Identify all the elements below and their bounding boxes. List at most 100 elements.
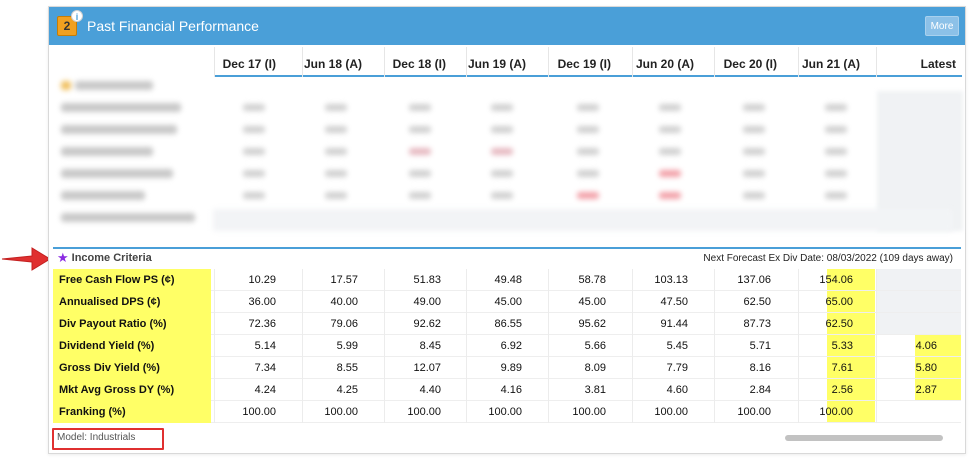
cell-jun18: 4.25 bbox=[336, 384, 358, 396]
cell-jun19: 86.55 bbox=[494, 318, 522, 330]
cell-dec17: 5.14 bbox=[254, 340, 276, 352]
cell-jun19: 49.48 bbox=[494, 274, 522, 286]
cell-dec20: 87.73 bbox=[743, 318, 771, 330]
cell-jun20: 103.13 bbox=[654, 274, 688, 286]
row-label: Dividend Yield (%) bbox=[53, 335, 211, 357]
cell-dec20: 137.06 bbox=[737, 274, 771, 286]
column-header-jun19: Jun 19 (A) bbox=[467, 57, 526, 71]
panel-title: Past Financial Performance bbox=[87, 18, 259, 34]
past-financial-performance-panel: 2 i Past Financial Performance More Dec … bbox=[48, 6, 966, 454]
cell-jun20: 4.60 bbox=[666, 384, 688, 396]
cell-latest bbox=[867, 401, 937, 423]
blurred-growth-criteria-section bbox=[53, 77, 961, 237]
cell-latest: 2.87 bbox=[915, 384, 937, 396]
next-ex-div-date: Next Forecast Ex Div Date: 08/03/2022 (1… bbox=[703, 253, 953, 264]
cell-jun20: 5.45 bbox=[666, 340, 688, 352]
model-annotation-box bbox=[52, 428, 164, 450]
cell-dec19: 45.00 bbox=[578, 296, 606, 308]
cell-dec17: 72.36 bbox=[248, 318, 276, 330]
cell-jun19: 100.00 bbox=[488, 406, 522, 418]
cell-jun19: 6.92 bbox=[500, 340, 522, 352]
cell-jun21: 2.56 bbox=[831, 384, 853, 396]
blurred-section-title bbox=[53, 77, 961, 97]
badge-number: 2 bbox=[63, 19, 71, 33]
cell-dec20: 62.50 bbox=[743, 296, 771, 308]
cell-jun21: 65.00 bbox=[825, 296, 853, 308]
cell-jun21: 100.00 bbox=[819, 406, 853, 418]
row-label: Mkt Avg Gross DY (%) bbox=[53, 379, 211, 401]
blurred-row bbox=[53, 99, 961, 119]
cell-jun20: 47.50 bbox=[660, 296, 688, 308]
cell-latest: 4.06 bbox=[915, 340, 937, 352]
blurred-row bbox=[53, 187, 961, 207]
cell-dec18: 8.45 bbox=[419, 340, 441, 352]
cell-dec19: 3.81 bbox=[584, 384, 606, 396]
cell-dec17: 4.24 bbox=[254, 384, 276, 396]
table-row: Div Payout Ratio (%) 72.36 79.06 92.62 86.55… bbox=[53, 313, 961, 335]
cell-jun18: 79.06 bbox=[330, 318, 358, 330]
table-row: Annualised DPS (¢) 36.00 40.00 49.00 45.00 45… bbox=[53, 291, 961, 313]
cell-dec18: 12.07 bbox=[413, 362, 441, 374]
column-header-dec19: Dec 19 (I) bbox=[557, 57, 611, 71]
cell-dec20: 2.84 bbox=[749, 384, 771, 396]
cell-jun18: 8.55 bbox=[336, 362, 358, 374]
row-label: Free Cash Flow PS (¢) bbox=[53, 269, 211, 291]
row-label: Annualised DPS (¢) bbox=[53, 291, 211, 313]
cell-dec17: 10.29 bbox=[248, 274, 276, 286]
cell-dec19: 95.62 bbox=[578, 318, 606, 330]
cell-dec19: 8.09 bbox=[584, 362, 606, 374]
panel-header: 2 i Past Financial Performance More bbox=[49, 7, 965, 45]
blurred-row bbox=[53, 209, 961, 231]
cell-jun20: 91.44 bbox=[660, 318, 688, 330]
column-header-jun18: Jun 18 (A) bbox=[303, 57, 362, 71]
table-row: Dividend Yield (%) 5.14 5.99 8.45 6.92 5.66 5.… bbox=[53, 335, 961, 357]
cell-dec17: 36.00 bbox=[248, 296, 276, 308]
row-label: Franking (%) bbox=[53, 401, 211, 423]
cell-jun18: 5.99 bbox=[336, 340, 358, 352]
cell-dec20: 5.71 bbox=[749, 340, 771, 352]
cell-jun19: 45.00 bbox=[494, 296, 522, 308]
table-row: Free Cash Flow PS (¢) 10.29 17.57 51.83 49.4… bbox=[53, 269, 961, 291]
cell-jun19: 4.16 bbox=[500, 384, 522, 396]
blurred-row bbox=[53, 121, 961, 141]
cell-dec20: 100.00 bbox=[737, 406, 771, 418]
cell-dec17: 100.00 bbox=[242, 406, 276, 418]
cell-dec19: 100.00 bbox=[572, 406, 606, 418]
cell-latest bbox=[867, 269, 937, 291]
cell-latest bbox=[867, 313, 937, 335]
cell-jun21: 5.33 bbox=[831, 340, 853, 352]
column-header-jun21: Jun 21 (A) bbox=[801, 57, 860, 71]
cell-dec17: 7.34 bbox=[254, 362, 276, 374]
blurred-row bbox=[53, 143, 961, 163]
table-row: Franking (%) 100.00 100.00 100.00 100.00 100.… bbox=[53, 401, 961, 423]
table-row: Mkt Avg Gross DY (%) 4.24 4.25 4.40 4.16 3.81… bbox=[53, 379, 961, 401]
cell-dec18: 92.62 bbox=[413, 318, 441, 330]
income-criteria-title: Income Criteria bbox=[71, 252, 152, 264]
cell-jun20: 7.79 bbox=[666, 362, 688, 374]
income-criteria-heading: ★ Income Criteria bbox=[57, 251, 152, 264]
table-row: Gross Div Yield (%) 7.34 8.55 12.07 9.89 8.09… bbox=[53, 357, 961, 379]
cell-jun21: 7.61 bbox=[831, 362, 853, 374]
cell-jun21: 62.50 bbox=[825, 318, 853, 330]
row-label: Div Payout Ratio (%) bbox=[53, 313, 211, 335]
more-button[interactable]: More bbox=[925, 16, 959, 36]
cell-jun18: 100.00 bbox=[324, 406, 358, 418]
column-header-jun20: Jun 20 (A) bbox=[635, 57, 694, 71]
info-icon[interactable]: i bbox=[71, 10, 83, 22]
cell-jun21: 154.06 bbox=[819, 274, 853, 286]
horizontal-scrollbar[interactable] bbox=[785, 435, 943, 441]
column-header-latest: Latest bbox=[920, 57, 956, 71]
cell-latest bbox=[867, 291, 937, 313]
cell-jun20: 100.00 bbox=[654, 406, 688, 418]
cell-dec19: 5.66 bbox=[584, 340, 606, 352]
column-header-row: Dec 17 (I) Jun 18 (A) Dec 18 (I) Jun 19 … bbox=[214, 47, 962, 77]
column-header-dec20: Dec 20 (I) bbox=[723, 57, 777, 71]
cell-jun19: 9.89 bbox=[500, 362, 522, 374]
cell-jun18: 40.00 bbox=[330, 296, 358, 308]
annotation-arrow-icon bbox=[1, 247, 51, 271]
cell-dec19: 58.78 bbox=[578, 274, 606, 286]
cell-latest: 5.80 bbox=[915, 362, 937, 374]
column-header-dec17: Dec 17 (I) bbox=[222, 57, 276, 71]
cell-dec18: 51.83 bbox=[413, 274, 441, 286]
cell-dec18: 49.00 bbox=[413, 296, 441, 308]
